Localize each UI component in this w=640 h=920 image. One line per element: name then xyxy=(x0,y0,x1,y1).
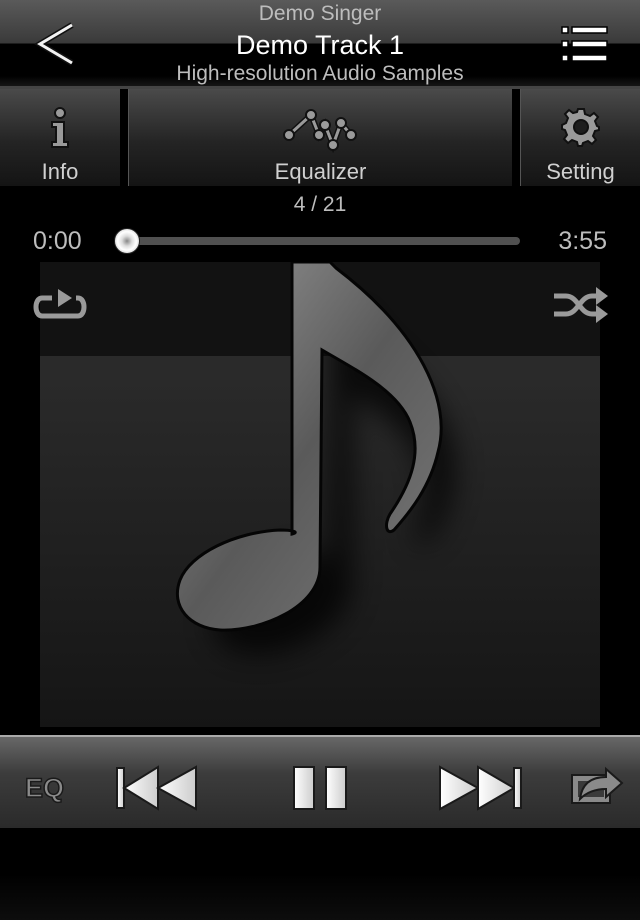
eq-label: EQ xyxy=(25,773,64,803)
tab-setting-label: Setting xyxy=(546,159,615,184)
shuffle-icon xyxy=(554,287,608,323)
album-name: High-resolution Audio Samples xyxy=(176,62,464,85)
playback-controls: EQ xyxy=(0,735,640,828)
share-icon xyxy=(571,766,624,804)
total-time: 3:55 xyxy=(558,227,607,255)
tab-setting[interactable]: Setting xyxy=(520,89,640,186)
skip-next-icon xyxy=(439,765,522,811)
repeat-icon xyxy=(33,289,87,319)
previous-button[interactable] xyxy=(112,763,204,813)
playlist-button[interactable] xyxy=(556,22,612,66)
track-counter: 4 / 21 xyxy=(293,193,347,216)
gear-icon xyxy=(560,108,600,147)
tab-equalizer-label: Equalizer xyxy=(274,159,367,184)
tab-info-label: Info xyxy=(41,159,79,184)
tab-equalizer[interactable]: Equalizer xyxy=(128,89,512,186)
repeat-button[interactable] xyxy=(30,286,90,322)
pause-button[interactable] xyxy=(290,763,352,813)
current-time: 0:00 xyxy=(33,227,82,255)
music-note-icon xyxy=(175,262,455,655)
eq-icon: EQ xyxy=(24,772,65,804)
track-title: Demo Track 1 xyxy=(235,30,405,60)
tab-info[interactable]: Info xyxy=(0,89,120,186)
eq-button[interactable]: EQ xyxy=(22,769,72,805)
list-icon xyxy=(561,26,608,62)
album-artwork xyxy=(40,262,600,727)
equalizer-wave-icon xyxy=(282,109,357,153)
seek-bar[interactable] xyxy=(120,237,520,245)
bottom-area xyxy=(0,828,640,920)
artist-name: Demo Singer xyxy=(258,2,382,25)
pause-icon xyxy=(293,766,347,810)
shuffle-button[interactable] xyxy=(552,284,610,324)
seek-thumb[interactable] xyxy=(114,228,140,254)
share-button[interactable] xyxy=(566,757,626,811)
next-button[interactable] xyxy=(434,763,526,813)
skip-previous-icon xyxy=(116,765,197,811)
info-icon xyxy=(51,107,69,148)
